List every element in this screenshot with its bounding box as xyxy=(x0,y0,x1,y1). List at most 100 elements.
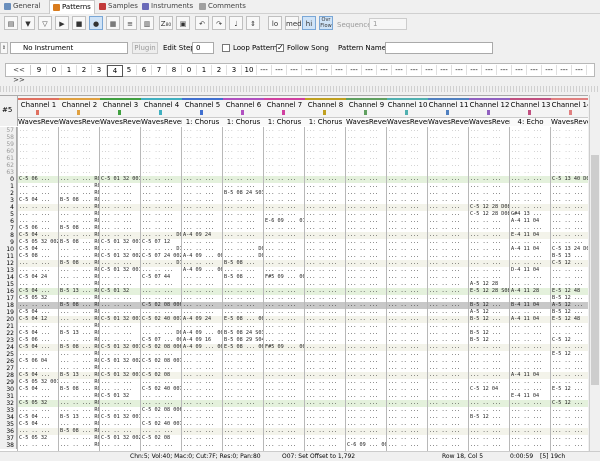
pattern-cell-prev[interactable]: ... .. ... xyxy=(347,148,386,155)
pattern-cell[interactable]: B-5 12 ... xyxy=(470,337,509,344)
channel-header[interactable]: Channel 4 WavesRever xyxy=(141,96,183,126)
pattern-cell[interactable]: ... .. ... xyxy=(429,218,468,225)
pattern-cell-prev[interactable]: ... .. ... xyxy=(429,134,468,141)
pattern-cell[interactable]: ... .. ... xyxy=(265,442,304,449)
pattern-cell[interactable]: ... .. ... xyxy=(511,337,550,344)
pattern-cell[interactable]: ... .. ... xyxy=(224,176,263,183)
pattern-cell[interactable]: ... .. ... xyxy=(19,190,58,197)
pattern-cell[interactable]: ... .. ... xyxy=(19,211,58,218)
pattern-cell-prev[interactable]: ... .. ... xyxy=(265,169,304,176)
stop-icon[interactable]: ■ xyxy=(72,16,86,30)
pattern-cell[interactable]: ... .. ... xyxy=(511,407,550,414)
pattern-cell[interactable]: ... .. ... xyxy=(101,232,140,239)
pattern-cell[interactable]: C-5 06 ... xyxy=(19,176,58,183)
pattern-cell[interactable]: ... .. ... xyxy=(265,323,304,330)
pattern-cell[interactable]: ... .. ... xyxy=(552,393,588,400)
pattern-cell[interactable]: ... .. ... xyxy=(511,225,550,232)
pattern-cell[interactable]: ... .. ... xyxy=(347,358,386,365)
pattern-cell[interactable]: ... .. ... D04 xyxy=(224,246,263,253)
order-item[interactable]: 1 xyxy=(197,65,212,75)
pattern-cell-prev[interactable]: ... .. ... xyxy=(101,127,140,134)
pattern-cell[interactable]: ... .. ... xyxy=(429,421,468,428)
pattern-cell-prev[interactable]: ... .. ... xyxy=(429,169,468,176)
pattern-cell[interactable]: ... .. ... xyxy=(347,400,386,407)
pattern-cell[interactable]: ... .. ... xyxy=(347,330,386,337)
pattern-cell[interactable]: ... .. ... xyxy=(306,239,345,246)
pattern-cell-prev[interactable]: ... .. ... xyxy=(142,155,181,162)
pattern-cell[interactable]: ... .. ... xyxy=(265,183,304,190)
pattern-cell[interactable]: ... .. ... xyxy=(101,323,140,330)
pattern-cell-prev[interactable]: ... .. ... xyxy=(306,141,345,148)
sequence-select[interactable]: 1 xyxy=(369,18,407,30)
pattern-cell[interactable]: ... .. ... R05 xyxy=(60,176,99,183)
pattern-cell[interactable]: C-5 12 ... xyxy=(552,400,588,407)
pattern-cell[interactable]: A-5 12 ... xyxy=(470,309,509,316)
pattern-cell[interactable]: C-5 07 12 xyxy=(142,239,181,246)
pattern-cell[interactable]: ... .. ... xyxy=(347,393,386,400)
order-item[interactable]: --- xyxy=(572,65,587,75)
pattern-cell[interactable]: ... .. ... xyxy=(142,288,181,295)
pattern-cell[interactable]: B-5 13 ... R05 xyxy=(60,372,99,379)
pattern-cell[interactable]: ... .. ... xyxy=(183,218,222,225)
pattern-cell-prev[interactable]: ... .. ... xyxy=(19,162,58,169)
pattern-cell[interactable]: ... .. ... xyxy=(265,379,304,386)
pattern-cell[interactable]: ... .. ... xyxy=(306,197,345,204)
pattern-cell[interactable]: ... .. ... xyxy=(306,414,345,421)
pattern-cell[interactable]: ... .. ... xyxy=(470,372,509,379)
channel-header[interactable]: Channel 10 WavesRever xyxy=(387,96,429,126)
pattern-cell[interactable]: ... .. ... xyxy=(429,260,468,267)
pattern-cell[interactable]: C-5 01 32 001 xyxy=(101,414,140,421)
pattern-cell[interactable]: ... .. ... xyxy=(306,302,345,309)
pattern-cell[interactable]: ... .. ... xyxy=(429,372,468,379)
pattern-cell[interactable]: ... .. ... xyxy=(306,274,345,281)
pattern-cell[interactable]: ... .. ... xyxy=(347,379,386,386)
pattern-cell[interactable]: ... .. ... xyxy=(142,351,181,358)
pattern-cell[interactable]: ... .. ... xyxy=(306,393,345,400)
pattern-cell[interactable]: ... .. ... xyxy=(265,267,304,274)
pattern-cell[interactable]: ... .. ... xyxy=(429,274,468,281)
pattern-cell-prev[interactable]: ... .. ... xyxy=(224,127,263,134)
pattern-cell[interactable]: ... .. ... xyxy=(142,218,181,225)
pattern-cell-prev[interactable]: ... .. ... xyxy=(552,155,588,162)
pattern-cell[interactable]: ... .. ... xyxy=(552,365,588,372)
pattern-cell[interactable]: B-5 08 24 S03 xyxy=(224,190,263,197)
pattern-cell[interactable]: A-4 09 ... 002 xyxy=(183,253,222,260)
pattern-cell[interactable]: C-5 04 ... xyxy=(19,309,58,316)
pattern-cell[interactable]: ... .. ... xyxy=(142,393,181,400)
pattern-cell-prev[interactable]: ... .. ... xyxy=(60,141,99,148)
pattern-cell[interactable]: ... .. ... xyxy=(470,435,509,442)
pattern-cell[interactable]: ... .. ... xyxy=(429,232,468,239)
order-item[interactable]: 3 xyxy=(227,65,242,75)
pattern-cell[interactable]: ... .. ... xyxy=(388,351,427,358)
pattern-cell[interactable]: ... .. ... xyxy=(347,190,386,197)
pattern-cell[interactable]: ... .. ... xyxy=(388,358,427,365)
pattern-cell[interactable]: ... .. ... xyxy=(347,239,386,246)
pattern-cell-prev[interactable]: ... .. ... xyxy=(552,148,588,155)
pattern-cell[interactable]: ... .. ... xyxy=(347,316,386,323)
pattern-cell[interactable]: ... .. ... xyxy=(306,281,345,288)
pattern-cell[interactable]: C-5 05 32 002 xyxy=(19,239,58,246)
pattern-cell[interactable]: C-5 04 ... xyxy=(19,386,58,393)
pattern-cell[interactable]: ... .. ... xyxy=(101,211,140,218)
pattern-cell[interactable]: ... .. ... xyxy=(265,197,304,204)
order-item[interactable]: 2 xyxy=(77,65,92,75)
pattern-cell-prev[interactable]: ... .. ... xyxy=(142,162,181,169)
pattern-cell[interactable]: ... .. ... xyxy=(388,323,427,330)
pattern-cell[interactable]: ... .. ... xyxy=(552,442,588,449)
channel-manager-icon[interactable]: ▥ xyxy=(140,16,154,30)
pattern-cell[interactable]: ... .. ... xyxy=(470,379,509,386)
pattern-cell[interactable]: ... .. ... xyxy=(19,407,58,414)
channel-plugin[interactable]: WavesRever xyxy=(387,117,428,126)
pattern-cell-prev[interactable]: ... .. ... xyxy=(183,134,222,141)
pattern-cell[interactable]: ... .. ... xyxy=(224,239,263,246)
pattern-cell[interactable]: ... .. ... xyxy=(429,204,468,211)
pattern-cell-prev[interactable]: ... .. ... xyxy=(265,162,304,169)
pattern-cell[interactable]: ... .. ... xyxy=(511,204,550,211)
tab-comments[interactable]: Comments xyxy=(196,1,249,12)
pattern-cell[interactable]: ... .. ... xyxy=(306,330,345,337)
pattern-cell[interactable]: ... .. ... xyxy=(429,442,468,449)
pattern-cell[interactable]: ... .. ... xyxy=(101,365,140,372)
pattern-cell[interactable]: ... .. ... xyxy=(388,288,427,295)
pattern-cell[interactable]: C-5 04 ... xyxy=(19,421,58,428)
pattern-cell[interactable]: ... .. ... xyxy=(552,218,588,225)
